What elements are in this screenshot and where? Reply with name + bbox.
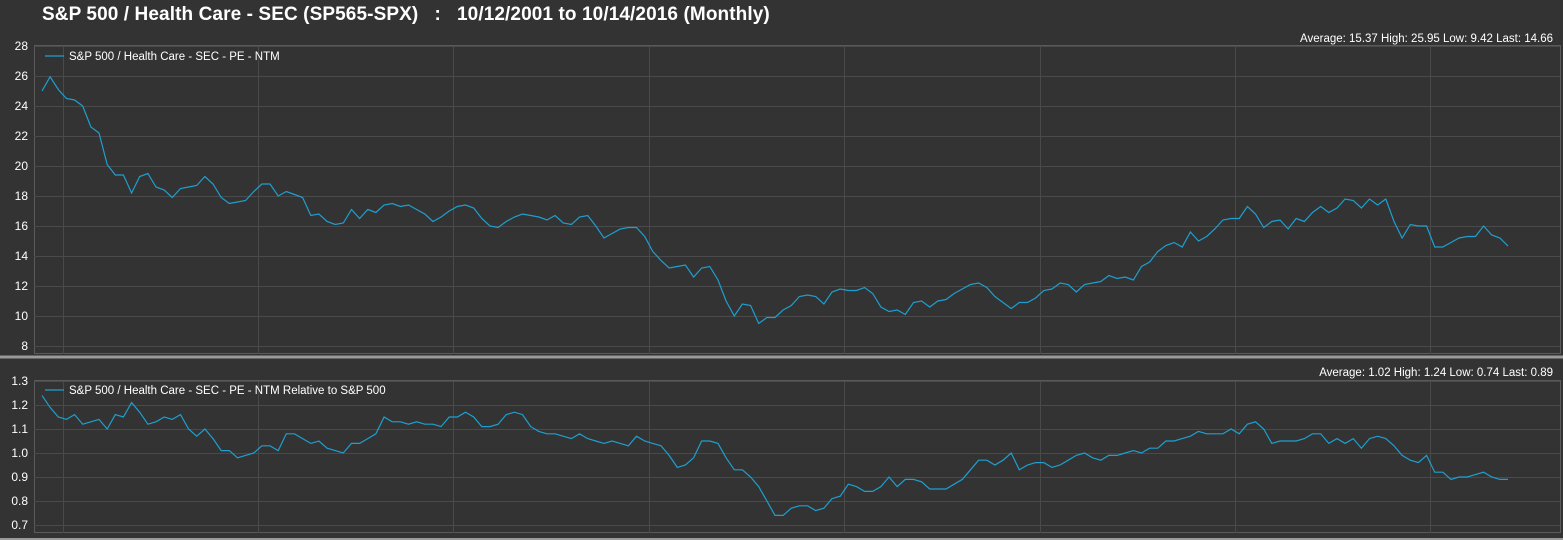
pe-ntm-y-tick-label: 18 bbox=[15, 189, 29, 203]
pe-ntm-y-tick-label: 22 bbox=[15, 129, 29, 143]
pe-ntm-y-tick-label: 26 bbox=[15, 69, 29, 83]
pe-ntm-y-tick-label: 14 bbox=[15, 249, 29, 263]
pe-relative-y-tick-label: 1.0 bbox=[11, 446, 28, 460]
pe-ntm-y-tick-label: 16 bbox=[15, 219, 29, 233]
pe-relative-panel: 0.7 0.8 0.9 1.0 1.1 1.2 1.3 Average: 1.02 High… bbox=[11, 367, 1561, 533]
pe-relative-legend-label: S&P 500 / Health Care - SEC - PE - NTM R… bbox=[69, 385, 386, 397]
pe-ntm-panel: 8 10 12 14 16 18 20 22 24 26 28 Average: 15.37 Hig… bbox=[15, 33, 1561, 354]
pe-relative-stats: Average: 1.02 High: 1.24 Low: 0.74 Last:… bbox=[1319, 367, 1553, 379]
pe-relative-y-tick-label: 1.1 bbox=[11, 422, 28, 436]
pe-ntm-legend-label: S&P 500 / Health Care - SEC - PE - NTM bbox=[69, 51, 280, 63]
pe-relative-y-tick-label: 0.7 bbox=[11, 518, 28, 532]
pe-ntm-y-tick-label: 28 bbox=[15, 39, 29, 53]
pe-ntm-y-tick-label: 20 bbox=[15, 159, 29, 173]
chart-canvas: 8 10 12 14 16 18 20 22 24 26 28 Average: 15.37 Hig… bbox=[0, 33, 1563, 540]
pe-relative-plot-frame bbox=[34, 380, 1561, 533]
pe-relative-y-tick-label: 1.3 bbox=[11, 374, 28, 388]
pe-ntm-y-tick-label: 24 bbox=[15, 99, 29, 113]
pe-ntm-y-tick-label: 10 bbox=[15, 309, 29, 323]
pe-ntm-y-tick-label: 12 bbox=[15, 279, 29, 293]
pe-relative-series-line bbox=[41, 395, 1508, 516]
pe-relative-y-tick-label: 0.8 bbox=[11, 494, 28, 508]
pe-ntm-plot-frame bbox=[34, 45, 1561, 354]
pe-relative-y-tick-label: 1.2 bbox=[11, 398, 28, 412]
pe-relative-y-tick-label: 0.9 bbox=[11, 470, 28, 484]
pe-ntm-y-tick-label: 8 bbox=[21, 339, 28, 353]
pe-ntm-stats: Average: 15.37 High: 25.95 Low: 9.42 Las… bbox=[1300, 33, 1553, 45]
